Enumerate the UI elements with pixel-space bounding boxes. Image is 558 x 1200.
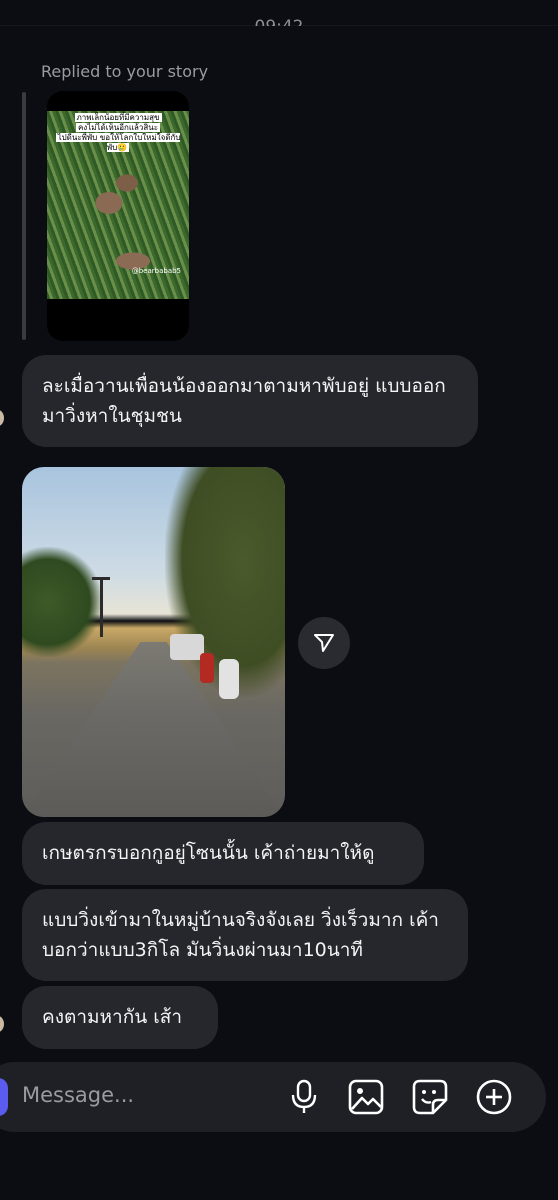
reply-indicator-bar: [22, 92, 26, 340]
story-caption: ภาพเล็กน้อยที่มีความสุข คงไม่ได้เห็นอีกแ…: [53, 113, 183, 153]
photo-pole: [100, 577, 103, 637]
share-button[interactable]: [298, 617, 350, 669]
avatar: [0, 1016, 4, 1032]
avatar: [0, 410, 4, 426]
microphone-icon[interactable]: [284, 1077, 324, 1117]
image-icon[interactable]: [346, 1077, 386, 1117]
message-timestamp: 09:42: [0, 12, 558, 26]
photo-trees: [22, 547, 102, 657]
story-reply-label: Replied to your story: [41, 62, 209, 81]
story-caption-line: ไปดีนะพี่พับ ขอให้โลกใบใหม่ใจดีกับพับ🥲: [55, 133, 181, 152]
message-input[interactable]: Message...: [22, 1083, 134, 1107]
story-tag: @bearbabab5: [131, 267, 181, 275]
photo-motorbike: [219, 659, 239, 699]
photo-motorbike: [200, 653, 214, 683]
sticker-icon[interactable]: [410, 1077, 450, 1117]
story-caption-line: ภาพเล็กน้อยที่มีความสุข: [74, 113, 162, 122]
photo-pole: [92, 577, 110, 580]
message-bubble[interactable]: แบบวิ่งเข้ามาในหมู่บ้านจริงจังเลย วิ่งเร…: [22, 889, 468, 981]
story-caption-line: คงไม่ได้เห็นอีกแล้วสินะ: [75, 123, 161, 132]
message-bubble[interactable]: เกษตรกรบอกกูอยู่โซนนั้น เค้าถ่ายมาให้ดู: [22, 822, 424, 885]
camera-button[interactable]: [0, 1078, 8, 1116]
message-bubble[interactable]: ละเมื่อวานเพื่อนน้องออกมาตามหาพับอยู่ แบ…: [22, 355, 478, 447]
plus-icon[interactable]: [474, 1077, 514, 1117]
shared-photo[interactable]: [22, 467, 285, 817]
send-icon: [314, 634, 334, 652]
story-thumbnail[interactable]: ภาพเล็กน้อยที่มีความสุข คงไม่ได้เห็นอีกแ…: [47, 91, 189, 341]
message-bubble[interactable]: คงตามหากัน เส้า: [22, 986, 218, 1049]
photo-truck: [170, 634, 204, 660]
